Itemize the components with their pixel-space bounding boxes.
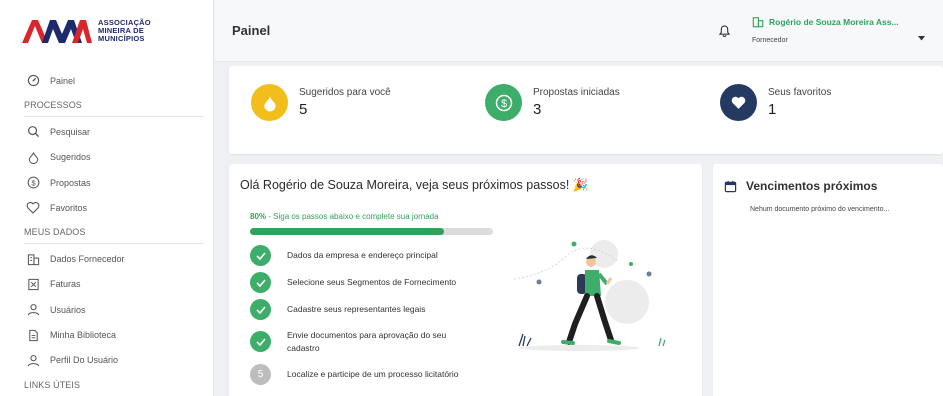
chevron-down-icon[interactable] xyxy=(918,28,925,46)
stat-value: 3 xyxy=(533,101,542,118)
step-number: 5 xyxy=(250,364,271,385)
stat-value: 5 xyxy=(299,101,308,118)
calendar-icon xyxy=(724,180,737,192)
due-documents-empty: Nehum documento próximo do vencimento... xyxy=(750,206,890,213)
sidebar-item-label: Minha Biblioteca xyxy=(50,330,117,341)
amm-logo-mark xyxy=(22,18,92,44)
sidebar-item-label: Propostas xyxy=(50,177,91,188)
progress-label: 80% - Siga os passos abaixo e complete s… xyxy=(250,212,439,221)
dollar-icon: $ xyxy=(24,174,42,192)
page-title: Painel xyxy=(232,23,271,38)
sidebar-item-perfil-do-usuario[interactable]: Perfil Do Usuário xyxy=(24,348,204,373)
sidebar-item-label: Painel xyxy=(50,75,76,86)
user-profile-icon xyxy=(24,351,42,369)
section-title-meus-dados: MEUS DADOS xyxy=(24,220,204,245)
stat-propostas[interactable]: $ Propostas iniciadas 3 xyxy=(485,84,620,121)
invoice-icon xyxy=(24,275,42,293)
progress-text: - Siga os passos abaixo e complete sua j… xyxy=(266,212,439,221)
stat-label: Propostas iniciadas xyxy=(533,87,620,98)
search-icon xyxy=(24,123,42,141)
sidebar-item-sugeridos[interactable]: Sugeridos xyxy=(24,145,204,170)
sidebar-item-label: Usuários xyxy=(50,304,86,315)
stat-text: Sugeridos para você 5 xyxy=(299,87,391,118)
building-icon xyxy=(24,250,42,268)
dollar-icon: $ xyxy=(485,84,522,121)
progress-bar-fill xyxy=(250,228,445,235)
sidebar-item-propostas[interactable]: $ Propostas xyxy=(24,170,204,195)
due-documents-card: Vencimentos próximos Nehum documento pró… xyxy=(713,164,943,396)
amm-logo[interactable]: ASSOCIAÇÃO MINEIRA DE MUNICÍPIOS xyxy=(22,18,151,44)
check-icon xyxy=(250,272,271,293)
step-item[interactable]: Cadastre seus representantes legais xyxy=(250,296,490,323)
step-text: Selecione seus Segmentos de Fornecimento xyxy=(287,277,457,287)
stats-card: Sugeridos para você 5 $ Propostas inicia… xyxy=(229,66,943,154)
due-documents-title-text: Vencimentos próximos xyxy=(746,179,878,193)
check-icon xyxy=(250,245,271,266)
step-text: Cadastre seus representantes legais xyxy=(287,304,426,314)
gauge-icon xyxy=(24,72,42,90)
user-icon xyxy=(24,301,42,319)
logo-line-3: MUNICÍPIOS xyxy=(98,34,145,43)
sidebar-item-usuarios[interactable]: Usuários xyxy=(24,297,204,322)
sidebar-item-dados-fornecedor[interactable]: Dados Fornecedor xyxy=(24,246,204,271)
progress-percent: 80% xyxy=(250,212,267,221)
sidebar-item-label: Pesquisar xyxy=(50,126,91,137)
drop-icon xyxy=(24,148,42,166)
walking-person-illustration xyxy=(509,234,689,369)
heart-icon xyxy=(24,199,42,217)
due-documents-title: Vencimentos próximos xyxy=(724,179,877,193)
stat-value: 1 xyxy=(768,101,777,118)
step-item[interactable]: Selecione seus Segmentos de Fornecimento xyxy=(250,269,490,296)
sidebar: ASSOCIAÇÃO MINEIRA DE MUNICÍPIOS Painel … xyxy=(0,0,214,396)
stat-text: Seus favoritos 1 xyxy=(768,87,831,118)
step-item[interactable]: Dados da empresa e endereço principal xyxy=(250,242,490,269)
user-name: Rogério de Souza Moreira Ass... xyxy=(752,16,899,28)
stat-sugeridos[interactable]: Sugeridos para você 5 xyxy=(251,84,391,121)
step-text: Envie documentos para aprovação do seu c… xyxy=(287,329,447,353)
sidebar-item-label: Sugeridos xyxy=(50,152,91,163)
stat-text: Propostas iniciadas 3 xyxy=(533,87,620,118)
heart-icon xyxy=(720,84,757,121)
sidebar-item-label: Perfil Do Usuário xyxy=(50,355,119,366)
step-item[interactable]: Envie documentos para aprovação do seu c… xyxy=(250,323,490,360)
steps-list: Dados da empresa e endereço principal Se… xyxy=(250,242,490,389)
user-role: Fornecedor xyxy=(752,37,788,44)
sidebar-item-label: Faturas xyxy=(50,279,81,290)
sidebar-item-faturas[interactable]: Faturas xyxy=(24,272,204,297)
svg-text:$: $ xyxy=(500,98,506,110)
progress-bar xyxy=(250,228,493,235)
step-text: Localize e participe de um processo lici… xyxy=(287,369,459,379)
sidebar-item-label: Favoritos xyxy=(50,202,88,213)
stat-label: Sugeridos para você xyxy=(299,87,391,98)
amm-logo-text: ASSOCIAÇÃO MINEIRA DE MUNICÍPIOS xyxy=(98,19,151,43)
next-steps-card: Olá Rogério de Souza Moreira, veja seus … xyxy=(229,164,702,396)
check-icon xyxy=(250,331,271,352)
stat-label: Seus favoritos xyxy=(768,87,832,98)
sidebar-nav: Painel PROCESSOS Pesquisar Sugeridos $ P… xyxy=(24,68,204,396)
notification-bell-icon[interactable] xyxy=(718,24,731,42)
step-item[interactable]: 5 Localize e participe de um processo li… xyxy=(250,360,490,389)
sidebar-item-minha-biblioteca[interactable]: Minha Biblioteca xyxy=(24,322,204,347)
building-icon xyxy=(752,17,764,28)
user-menu[interactable]: Rogério de Souza Moreira Ass... Forneced… xyxy=(752,16,899,44)
next-steps-title: Olá Rogério de Souza Moreira, veja seus … xyxy=(240,178,589,192)
user-name-text: Rogério de Souza Moreira Ass... xyxy=(769,17,899,27)
step-text: Dados da empresa e endereço principal xyxy=(287,250,438,260)
check-icon xyxy=(250,299,271,320)
document-icon xyxy=(24,326,42,344)
sidebar-item-painel[interactable]: Painel xyxy=(24,68,204,93)
sidebar-item-favoritos[interactable]: Favoritos xyxy=(24,195,204,220)
sidebar-item-label: Dados Fornecedor xyxy=(50,254,125,265)
sidebar-item-pesquisar[interactable]: Pesquisar xyxy=(24,119,204,144)
drop-icon xyxy=(251,84,288,121)
svg-text:$: $ xyxy=(31,178,35,187)
section-title-links-uteis: LINKS ÚTEIS xyxy=(24,373,204,396)
section-title-processos: PROCESSOS xyxy=(24,93,204,118)
top-header: Painel Rogério de Souza Moreira Ass... F… xyxy=(215,0,943,62)
stat-favoritos[interactable]: Seus favoritos 1 xyxy=(720,84,831,121)
